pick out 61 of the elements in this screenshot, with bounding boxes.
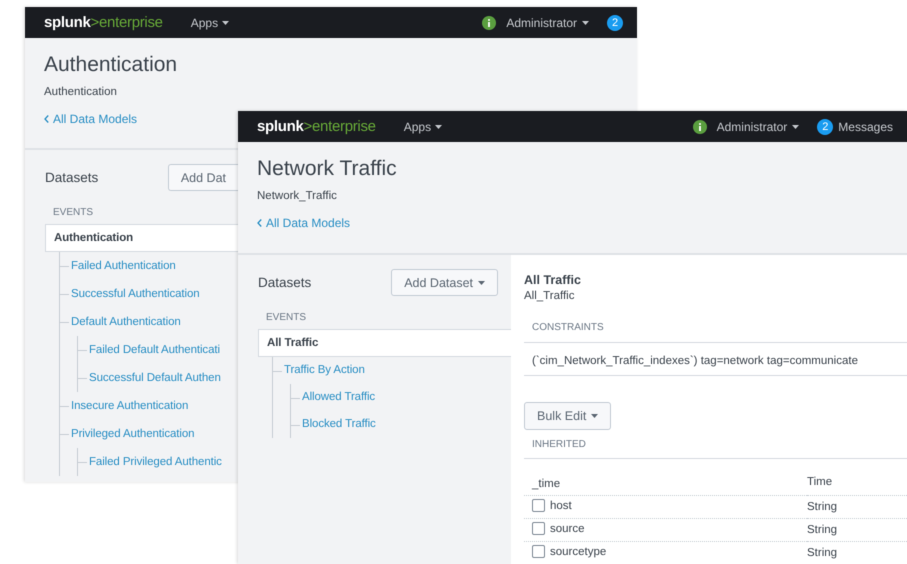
panel-heading: Datasets [45, 170, 100, 185]
dataset-item[interactable]: Successful Default Authen [78, 364, 238, 392]
message-count-badge[interactable]: 2 [817, 118, 834, 134]
caret-icon [222, 20, 230, 24]
dataset-item[interactable]: Default Authentication [60, 308, 238, 336]
section-label: EVENTS [266, 312, 308, 323]
user-menu[interactable]: Administrator [716, 120, 800, 134]
dataset-item[interactable]: Insecure Authentication [60, 392, 238, 420]
messages-menu[interactable]: Messages [838, 120, 893, 134]
user-menu[interactable]: Administrator [506, 16, 589, 30]
dataset-item[interactable]: Failed Default Authenticati [78, 336, 238, 364]
dataset-item[interactable]: Successful Authentication [60, 280, 238, 308]
apps-menu[interactable]: Apps [190, 16, 230, 30]
field-name: host [550, 500, 572, 512]
dataset-item[interactable]: Privileged Authentication [60, 420, 238, 448]
dataset-item[interactable]: Allowed Traffic [291, 384, 511, 411]
page-title: Authentication [44, 52, 178, 78]
page-subtitle: Authentication [44, 85, 118, 100]
bulk-edit-button[interactable]: Bulk Edit [524, 402, 612, 430]
caret-icon [478, 280, 485, 284]
dataset-id: All_Traffic [524, 290, 576, 302]
checkbox[interactable] [532, 545, 545, 558]
back-link[interactable]: All Data Models [257, 216, 350, 230]
field-name: sourcetype [550, 546, 606, 558]
field-type: Time [807, 476, 832, 488]
section-label: INHERITED [524, 430, 907, 459]
dataset-item[interactable]: Failed Privileged Authentic [78, 448, 238, 476]
dataset-item[interactable]: Blocked Traffic [291, 411, 511, 438]
dataset-item[interactable]: Failed Authentication [60, 252, 238, 280]
back-link[interactable]: All Data Models [44, 112, 138, 126]
field-type: String [807, 524, 838, 536]
add-dataset-button[interactable]: Add Dataset [391, 269, 498, 296]
field-type: String [807, 501, 838, 513]
caret-icon [582, 20, 589, 24]
page-subtitle: Network_Traffic [257, 189, 338, 204]
field-type: String [807, 547, 838, 559]
section-label: EVENTS [53, 207, 94, 218]
info-icon[interactable] [692, 120, 707, 134]
dataset-name: All Traffic [524, 273, 582, 287]
dataset-item[interactable]: Traffic By Action [273, 357, 511, 384]
dataset-item[interactable]: Authentication [45, 224, 238, 252]
section-label: CONSTRAINTS [524, 302, 907, 343]
panel-heading: Datasets [258, 275, 312, 290]
page-title: Network Traffic [257, 156, 398, 182]
chevron-left-icon [44, 115, 49, 123]
caret-icon [792, 124, 800, 128]
caret-icon [591, 414, 598, 418]
dataset-item[interactable]: All Traffic [258, 329, 511, 357]
checkbox[interactable] [532, 522, 545, 535]
checkbox[interactable] [532, 499, 545, 512]
add-dataset-button[interactable]: Add Dat [168, 164, 238, 191]
field-name: _time [532, 478, 560, 490]
constraint-text: (`cim_Network_Traffic_indexes`) tag=network tag=communicate [524, 343, 907, 376]
logo[interactable]: splunk>enterprise [44, 14, 163, 31]
logo[interactable]: splunk>enterprise [257, 118, 376, 135]
chevron-left-icon [257, 219, 262, 227]
apps-menu[interactable]: Apps [404, 120, 442, 134]
message-count-badge[interactable]: 2 [607, 14, 623, 30]
caret-icon [435, 124, 442, 128]
field-name: source [550, 522, 585, 534]
info-icon[interactable] [482, 16, 496, 30]
